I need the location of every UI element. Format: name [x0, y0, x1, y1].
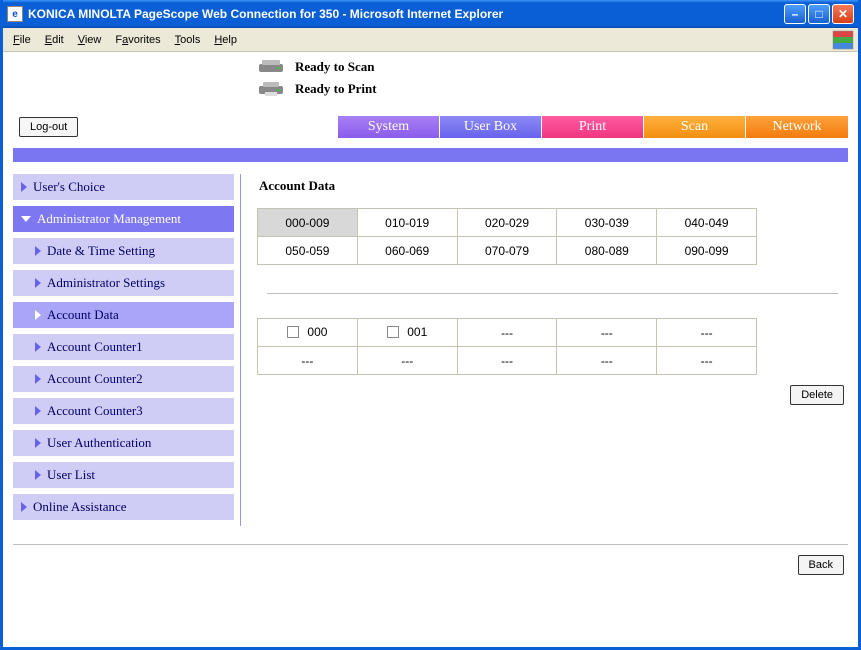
back-button[interactable]: Back — [798, 555, 844, 575]
sidebar-item-user-list[interactable]: User List — [13, 462, 234, 488]
account-cell: --- — [457, 319, 557, 347]
chevron-right-icon — [21, 502, 27, 512]
chevron-right-icon — [35, 438, 41, 448]
ie-logo-icon — [832, 30, 854, 50]
sidebar-item-label: User's Choice — [33, 179, 105, 195]
menu-help[interactable]: Help — [214, 34, 237, 46]
account-cell: --- — [657, 319, 757, 347]
range-cell[interactable]: 090-099 — [657, 237, 757, 265]
window-titlebar: e KONICA MINOLTA PageScope Web Connectio… — [3, 0, 858, 28]
range-cell[interactable]: 080-089 — [557, 237, 657, 265]
sidebar-item-date-time[interactable]: Date & Time Setting — [13, 238, 234, 264]
chevron-right-icon — [35, 374, 41, 384]
sidebar-item-label: User List — [47, 467, 95, 483]
status-scan: Ready to Scan — [295, 59, 374, 75]
range-cell[interactable]: 040-049 — [657, 209, 757, 237]
menu-bar: File Edit View Favorites Tools Help — [3, 28, 858, 52]
sidebar: User's Choice Administrator Management D… — [13, 174, 241, 526]
chevron-right-icon — [35, 470, 41, 480]
menu-tools[interactable]: Tools — [175, 34, 201, 46]
bottom-divider — [13, 544, 848, 545]
range-cell[interactable]: 030-039 — [557, 209, 657, 237]
account-checkbox[interactable] — [387, 326, 399, 338]
range-table: 000-009 010-019 020-029 030-039 040-049 … — [257, 208, 757, 265]
menu-view[interactable]: View — [78, 34, 102, 46]
separator-bar — [13, 148, 848, 162]
sidebar-item-account-counter2[interactable]: Account Counter2 — [13, 366, 234, 392]
sidebar-item-account-counter1[interactable]: Account Counter1 — [13, 334, 234, 360]
range-cell[interactable]: 060-069 — [357, 237, 457, 265]
account-cell: --- — [557, 347, 657, 375]
sidebar-item-label: Administrator Settings — [47, 275, 165, 291]
window-minimize-button[interactable]: – — [784, 4, 806, 24]
window-close-button[interactable]: ✕ — [832, 4, 854, 24]
accounts-table: 000 001 --- --- --- — [257, 318, 757, 375]
account-cell[interactable]: 000 — [258, 319, 358, 347]
sidebar-item-label: Account Counter1 — [47, 339, 143, 355]
range-cell[interactable]: 050-059 — [258, 237, 358, 265]
tab-scan[interactable]: Scan — [644, 116, 746, 138]
window-maximize-button[interactable]: □ — [808, 4, 830, 24]
chevron-down-icon — [21, 216, 31, 222]
range-cell[interactable]: 020-029 — [457, 209, 557, 237]
sidebar-item-account-data[interactable]: Account Data — [13, 302, 234, 328]
sidebar-item-admin-settings[interactable]: Administrator Settings — [13, 270, 234, 296]
account-label: 001 — [407, 325, 427, 339]
scanner-icon — [257, 58, 285, 76]
range-cell[interactable]: 070-079 — [457, 237, 557, 265]
sidebar-item-label: Account Counter3 — [47, 403, 143, 419]
account-cell: --- — [657, 347, 757, 375]
account-cell: --- — [557, 319, 657, 347]
menu-edit[interactable]: Edit — [45, 34, 64, 46]
chevron-right-icon — [35, 278, 41, 288]
ie-appicon: e — [7, 6, 23, 22]
chevron-right-icon — [35, 246, 41, 256]
sidebar-item-label: User Authentication — [47, 435, 151, 451]
printer-icon — [257, 80, 285, 98]
menu-favorites[interactable]: Favorites — [115, 34, 160, 46]
account-cell[interactable]: 001 — [357, 319, 457, 347]
chevron-right-icon — [35, 310, 41, 320]
menu-file[interactable]: File — [13, 34, 31, 46]
tab-network[interactable]: Network — [746, 116, 848, 138]
sidebar-item-label: Account Counter2 — [47, 371, 143, 387]
tab-system[interactable]: System — [338, 116, 440, 138]
sidebar-item-label: Administrator Management — [37, 211, 181, 227]
account-cell: --- — [357, 347, 457, 375]
logout-button[interactable]: Log-out — [19, 117, 78, 137]
divider — [267, 293, 838, 294]
account-label: 000 — [307, 325, 327, 339]
sidebar-item-users-choice[interactable]: User's Choice — [13, 174, 234, 200]
sidebar-item-online-assistance[interactable]: Online Assistance — [13, 494, 234, 520]
sidebar-item-account-counter3[interactable]: Account Counter3 — [13, 398, 234, 424]
tab-user-box[interactable]: User Box — [440, 116, 542, 138]
range-cell[interactable]: 000-009 — [258, 209, 358, 237]
chevron-right-icon — [35, 342, 41, 352]
page-title: Account Data — [259, 178, 848, 194]
status-print: Ready to Print — [295, 81, 377, 97]
tab-print[interactable]: Print — [542, 116, 644, 138]
sidebar-item-user-authentication[interactable]: User Authentication — [13, 430, 234, 456]
chevron-right-icon — [21, 182, 27, 192]
account-cell: --- — [457, 347, 557, 375]
delete-button[interactable]: Delete — [790, 385, 844, 405]
account-cell: --- — [258, 347, 358, 375]
account-checkbox[interactable] — [287, 326, 299, 338]
sidebar-item-admin-management[interactable]: Administrator Management — [13, 206, 234, 232]
sidebar-item-label: Account Data — [47, 307, 119, 323]
window-title: KONICA MINOLTA PageScope Web Connection … — [28, 7, 784, 21]
chevron-right-icon — [35, 406, 41, 416]
sidebar-item-label: Date & Time Setting — [47, 243, 155, 259]
range-cell[interactable]: 010-019 — [357, 209, 457, 237]
sidebar-item-label: Online Assistance — [33, 499, 127, 515]
